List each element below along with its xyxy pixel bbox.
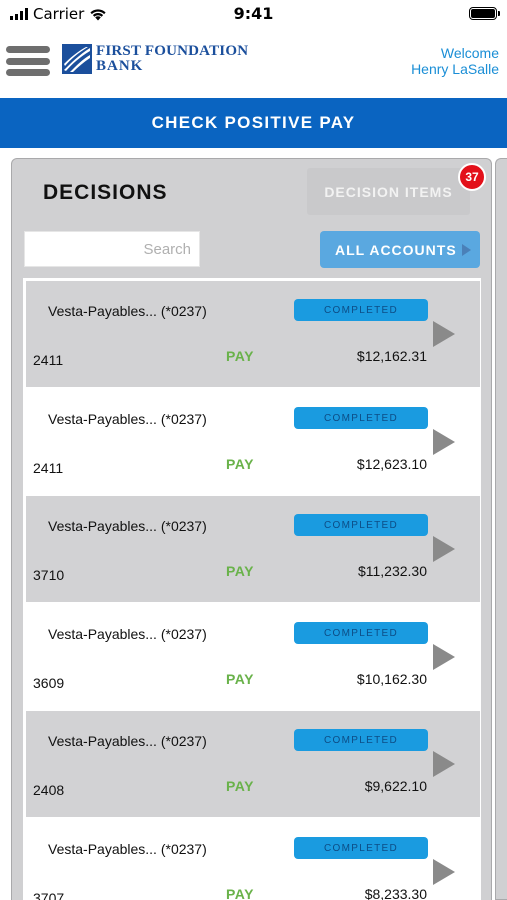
decision-action: PAY (226, 563, 254, 579)
welcome-text: Welcome Henry LaSalle (411, 45, 499, 77)
check-amount: $9,622.10 (364, 778, 427, 794)
check-amount: $11,232.30 (357, 563, 427, 579)
status-badge: COMPLETED (294, 514, 428, 536)
battery-icon (469, 7, 500, 20)
status-label: COMPLETED (324, 519, 398, 531)
status-badge: COMPLETED (294, 299, 428, 321)
decision-items-button[interactable]: DECISION ITEMS (307, 168, 470, 215)
status-label: COMPLETED (324, 842, 398, 854)
chevron-right-icon[interactable] (433, 859, 455, 885)
decision-action: PAY (226, 456, 254, 472)
decision-action: PAY (226, 671, 254, 687)
search-input[interactable] (25, 240, 191, 258)
decision-list[interactable]: Vesta-Payables... (*0237) 2411 PAY COMPL… (23, 278, 481, 900)
check-number: 2411 (33, 460, 64, 476)
chevron-right-icon[interactable] (433, 429, 455, 455)
decision-action: PAY (226, 778, 254, 794)
check-number: 3710 (33, 567, 65, 583)
list-item[interactable]: Vesta-Payables... (*0237) 2411 PAY COMPL… (26, 389, 480, 495)
account-name: Vesta-Payables... (*0237) (48, 626, 207, 642)
account-name: Vesta-Payables... (*0237) (48, 733, 207, 749)
status-time: 9:41 (233, 4, 274, 23)
chevron-right-icon[interactable] (433, 751, 455, 777)
status-label: COMPLETED (324, 412, 398, 424)
status-label: COMPLETED (324, 734, 398, 746)
chevron-right-icon[interactable] (433, 536, 455, 562)
search-box[interactable] (24, 231, 200, 267)
status-badge: COMPLETED (294, 407, 428, 429)
next-panel-edge (495, 158, 507, 900)
list-item[interactable]: Vesta-Payables... (*0237) 2408 PAY COMPL… (26, 711, 480, 817)
user-name: Henry LaSalle (411, 61, 499, 77)
check-number: 3707 (33, 890, 65, 900)
chevron-right-icon[interactable] (433, 321, 455, 347)
decision-items-badge: 37 (458, 163, 486, 191)
bank-logo: FIRST FOUNDATION BANK (62, 44, 248, 74)
logo-line2: BANK (96, 58, 144, 74)
logo-line1: FIRST FOUNDATION (96, 43, 249, 59)
check-amount: $12,623.10 (356, 456, 427, 472)
status-bar: Carrier 9:41 (0, 0, 507, 30)
page-title-bar: CHECK POSITIVE PAY (0, 98, 507, 148)
list-item[interactable]: Vesta-Payables... (*0237) 3710 PAY COMPL… (26, 496, 480, 602)
status-badge: COMPLETED (294, 622, 428, 644)
decisions-panel: DECISIONS DECISION ITEMS 37 ALL ACCOUNTS… (11, 158, 492, 900)
status-label: COMPLETED (324, 304, 398, 316)
check-amount: $10,162.30 (356, 671, 427, 687)
account-name: Vesta-Payables... (*0237) (48, 411, 207, 427)
decision-action: PAY (226, 348, 254, 364)
chevron-right-icon[interactable] (433, 644, 455, 670)
list-item[interactable]: Vesta-Payables... (*0237) 3609 PAY COMPL… (26, 604, 480, 710)
all-accounts-button[interactable]: ALL ACCOUNTS (320, 231, 480, 268)
list-item[interactable]: Vesta-Payables... (*0237) 3707 PAY COMPL… (26, 819, 480, 900)
check-number: 2411 (33, 352, 64, 368)
account-name: Vesta-Payables... (*0237) (48, 518, 207, 534)
decision-action: PAY (226, 886, 254, 900)
badge-count: 37 (465, 170, 479, 184)
check-number: 2408 (33, 782, 65, 798)
check-amount: $8,233.30 (364, 886, 427, 900)
hamburger-menu-icon[interactable] (6, 46, 50, 76)
bank-logo-icon (62, 44, 92, 74)
account-name: Vesta-Payables... (*0237) (48, 841, 207, 857)
dropdown-arrow-icon (462, 244, 471, 256)
app-header: FIRST FOUNDATION BANK Welcome Henry LaSa… (0, 30, 507, 98)
status-label: COMPLETED (324, 627, 398, 639)
check-amount: $12,162.31 (356, 348, 427, 364)
list-item[interactable]: Vesta-Payables... (*0237) 2411 PAY COMPL… (26, 281, 480, 387)
decisions-title: DECISIONS (43, 181, 168, 204)
status-badge: COMPLETED (294, 837, 428, 859)
status-badge: COMPLETED (294, 729, 428, 751)
all-accounts-label: ALL ACCOUNTS (335, 241, 457, 258)
check-number: 3609 (33, 675, 65, 691)
decision-items-label: DECISION ITEMS (324, 183, 453, 200)
account-name: Vesta-Payables... (*0237) (48, 303, 207, 319)
page-title: CHECK POSITIVE PAY (151, 113, 356, 132)
welcome-label: Welcome (440, 45, 499, 61)
